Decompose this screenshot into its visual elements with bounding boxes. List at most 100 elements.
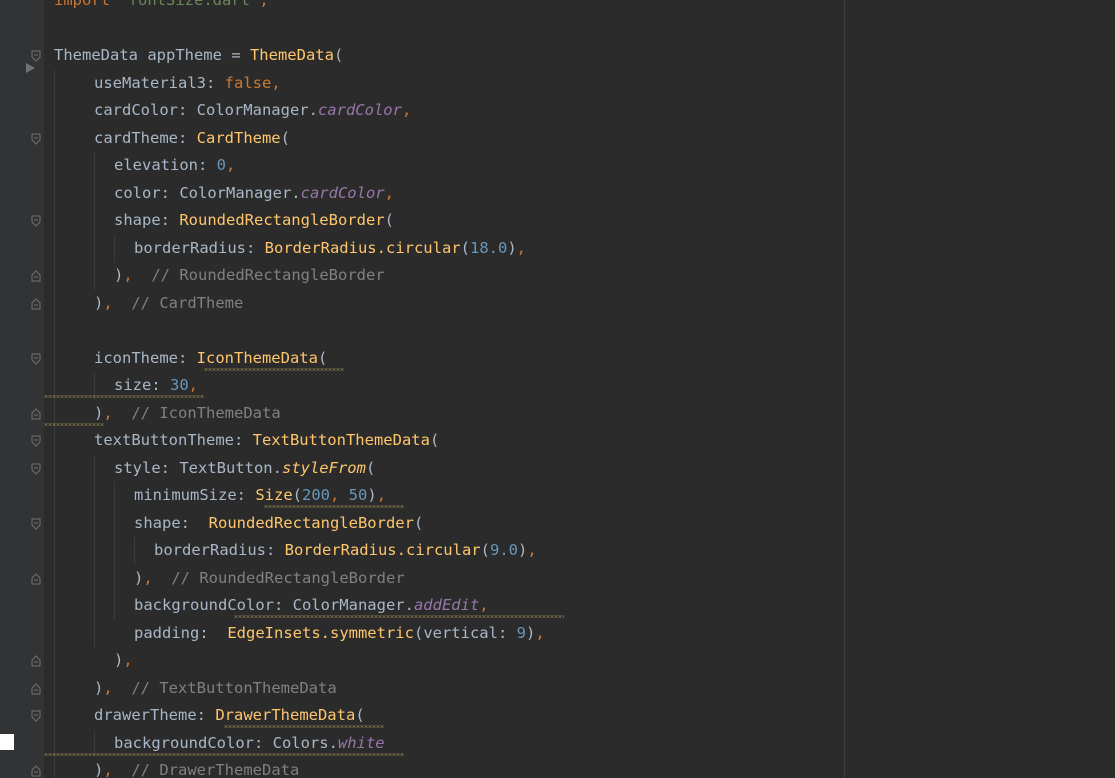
fold-close-icon[interactable] [31, 572, 41, 585]
code-token: , [376, 486, 387, 504]
code-line[interactable]: color: ColorManager.cardColor, [114, 180, 394, 208]
code-token: ( [429, 431, 440, 449]
code-token: ) [517, 541, 528, 559]
code-area[interactable]: import 'fontSize.dart'; ThemeData appThem… [0, 0, 844, 778]
code-token: (vertical: [413, 623, 517, 642]
code-token: ThemeData [249, 46, 334, 64]
code-token: useMaterial3: [94, 73, 225, 92]
code-line[interactable]: import 'fontSize.dart'; [54, 0, 269, 15]
indent-guide [94, 454, 95, 647]
code-token: , [527, 541, 537, 559]
code-line[interactable]: borderRadius: BorderRadius.circular(9.0)… [154, 537, 537, 565]
code-token: ) [525, 623, 536, 642]
code-token: ) [114, 651, 124, 669]
code-token: , [123, 651, 133, 669]
code-token: 50 [348, 486, 368, 504]
code-token: iconTheme: [94, 348, 197, 367]
fold-close-icon[interactable] [31, 655, 41, 667]
code-token: ) [134, 568, 144, 587]
code-token: cardColor [317, 101, 402, 119]
code-token: textButtonTheme: [94, 431, 253, 449]
code-line[interactable]: ), // TextButtonThemeData [94, 675, 337, 703]
code-line[interactable]: shape: RoundedRectangleBorder( [114, 207, 394, 235]
code-line[interactable]: cardColor: ColorManager.cardColor, [94, 97, 411, 125]
code-token: RoundedRectangleBorder [208, 513, 414, 532]
code-token: circular [385, 238, 461, 257]
fold-close-icon[interactable] [31, 765, 41, 777]
fold-open-icon[interactable] [31, 435, 41, 447]
fold-open-icon[interactable] [31, 353, 41, 365]
fold-open-icon[interactable] [31, 50, 41, 62]
code-token: ( [365, 458, 376, 477]
code-token: // RoundedRectangleBorder [152, 568, 405, 587]
code-line[interactable]: ), // DrawerThemeData [94, 757, 299, 778]
code-token: 200 [302, 486, 330, 504]
code-token: ( [292, 486, 302, 504]
code-token: , [479, 596, 489, 614]
code-line[interactable]: cardTheme: CardTheme( [94, 125, 290, 153]
code-token: cardColor: ColorManager. [94, 101, 318, 119]
fold-open-icon[interactable] [31, 133, 41, 145]
code-line[interactable]: textButtonTheme: TextButtonThemeData( [94, 427, 439, 455]
code-token: cardColor [300, 183, 385, 202]
code-token: shape: [134, 513, 209, 532]
code-line[interactable]: useMaterial3: false, [94, 70, 281, 98]
code-line[interactable]: elevation: 0, [114, 152, 235, 180]
fold-close-icon[interactable] [31, 297, 41, 310]
code-line[interactable]: ), [114, 647, 133, 675]
code-line[interactable]: ), // RoundedRectangleBorder [114, 262, 385, 290]
code-token: // DrawerThemeData [112, 761, 300, 778]
warning-squiggle [44, 752, 404, 756]
code-token: symmetric [329, 623, 414, 642]
code-token: ( [280, 128, 290, 147]
code-line[interactable]: ), // RoundedRectangleBorder [134, 565, 405, 593]
warning-squiggle [224, 725, 384, 728]
code-token: white [337, 733, 385, 752]
fold-close-icon[interactable] [31, 407, 41, 420]
code-token: drawerTheme: [94, 706, 216, 724]
fold-open-icon[interactable] [31, 710, 41, 722]
code-line[interactable]: ), // IconThemeData [94, 400, 281, 428]
fold-open-icon[interactable] [31, 463, 41, 475]
code-line[interactable]: ), // CardTheme [94, 290, 243, 318]
code-token: 9 [516, 623, 526, 642]
fold-open-icon[interactable] [31, 215, 41, 227]
code-token: 'fontSize.dart' [119, 0, 260, 9]
code-token: // TextButtonThemeData [112, 678, 337, 697]
indent-guide [114, 234, 115, 262]
code-line[interactable]: padding: EdgeInsets.symmetric(vertical: … [134, 620, 545, 648]
code-token: TextButtonThemeData [252, 431, 430, 449]
code-token: ( [355, 706, 365, 724]
code-token: minimumSize: [134, 486, 256, 504]
code-token: , [330, 486, 349, 504]
code-token: // RoundedRectangleBorder [132, 266, 385, 284]
indent-guide [134, 537, 135, 565]
code-token: ) [507, 238, 517, 257]
fold-close-icon[interactable] [31, 270, 41, 282]
code-token: RoundedRectangleBorder [179, 211, 385, 229]
code-editor[interactable]: import 'fontSize.dart'; ThemeData appThem… [0, 0, 1115, 778]
code-token: ) [94, 403, 104, 422]
code-token: 9.0 [489, 541, 518, 559]
code-token: color: ColorManager. [114, 183, 301, 202]
code-token: , [143, 568, 153, 587]
code-token: borderRadius: [154, 541, 285, 559]
code-token: addEdit [413, 596, 480, 614]
code-line[interactable]: shape: RoundedRectangleBorder( [134, 510, 423, 538]
code-token: ) [94, 678, 104, 697]
code-token: size: [114, 376, 170, 394]
code-token: // IconThemeData [112, 403, 281, 422]
code-line[interactable]: style: TextButton.styleFrom( [114, 455, 375, 483]
code-token: Size [255, 486, 293, 504]
fold-open-icon[interactable] [31, 518, 41, 530]
code-token: 30 [170, 376, 189, 394]
code-token: ( [333, 46, 344, 64]
code-line[interactable]: borderRadius: BorderRadius.circular(18.0… [134, 235, 526, 263]
code-token: backgroundColor: ColorManager. [134, 596, 414, 614]
code-token: ) [114, 266, 124, 284]
indent-guide [114, 482, 115, 620]
code-token: style: TextButton. [114, 458, 282, 477]
fold-close-icon[interactable] [31, 682, 41, 695]
code-token: BorderRadius. [264, 238, 386, 257]
code-line[interactable]: ThemeData appTheme = ThemeData( [54, 42, 343, 70]
